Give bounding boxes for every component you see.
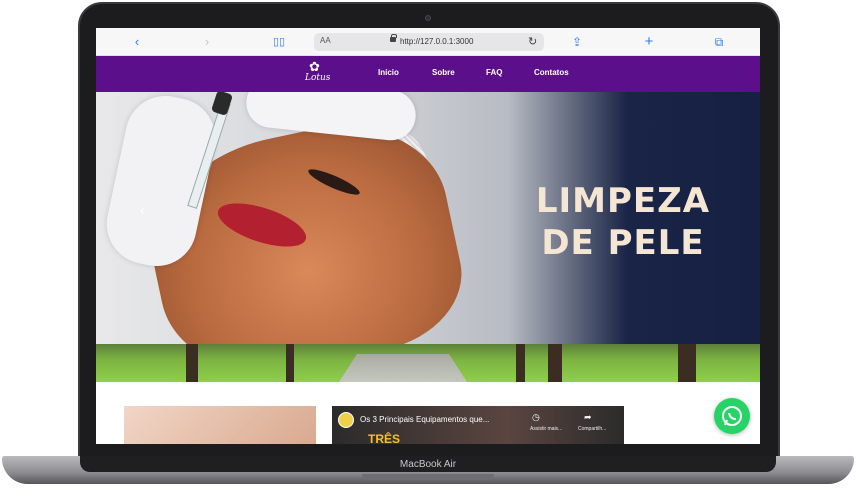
share-arrow-icon[interactable]: ➦ bbox=[584, 412, 592, 423]
lotus-icon: ✿ bbox=[309, 59, 320, 74]
hero-carousel: ‹ LIMPEZA DE PELE bbox=[96, 92, 760, 344]
tree-trunk bbox=[186, 344, 198, 382]
video-overlay-text: TRÊS bbox=[368, 432, 401, 444]
nav-sobre[interactable]: Sobre bbox=[432, 68, 455, 77]
whatsapp-icon bbox=[722, 406, 742, 426]
content-section: Os 3 Principais Equipamentos que... ◷ ➦ … bbox=[96, 382, 760, 444]
park-path bbox=[334, 354, 472, 382]
logo-text: Lotus bbox=[305, 73, 331, 83]
nav-contatos[interactable]: Contatos bbox=[534, 68, 569, 77]
hero-headline-line1: LIMPEZA bbox=[535, 181, 711, 221]
tree-trunk bbox=[678, 344, 696, 382]
tree-trunk bbox=[548, 344, 562, 382]
browser-toolbar: ‹ › ▯▯ AA http://127.0.0.1:3000 ↻ ⇪ + ⧉ bbox=[96, 28, 760, 56]
video-title[interactable]: Os 3 Principais Equipamentos que... bbox=[360, 415, 489, 424]
site-logo[interactable]: ✿ Lotus bbox=[304, 60, 330, 88]
watch-later-label: Assistir mais... bbox=[530, 426, 563, 432]
lock-icon bbox=[390, 34, 397, 42]
watch-later-icon[interactable]: ◷ bbox=[532, 412, 540, 423]
back-icon[interactable]: ‹ bbox=[128, 34, 146, 50]
carousel-prev-icon[interactable]: ‹ bbox=[140, 202, 145, 218]
forward-icon[interactable]: › bbox=[198, 34, 216, 50]
share-icon[interactable]: ⇪ bbox=[568, 34, 586, 50]
text-size-button[interactable]: AA bbox=[320, 36, 331, 45]
hero-headline-line2: DE PELE bbox=[541, 223, 705, 263]
tree-trunk bbox=[516, 344, 525, 382]
url-text[interactable]: http://127.0.0.1:3000 bbox=[400, 37, 473, 46]
screen: ‹ › ▯▯ AA http://127.0.0.1:3000 ↻ ⇪ + ⧉ … bbox=[96, 28, 760, 444]
laptop-mockup: MacBook Air ‹ › ▯▯ AA http://127.0.0.1:3… bbox=[0, 0, 856, 492]
site-navbar: ✿ Lotus Início Sobre FAQ Contatos bbox=[96, 56, 760, 92]
new-tab-icon[interactable]: + bbox=[640, 34, 658, 50]
bookmarks-icon[interactable]: ▯▯ bbox=[270, 34, 288, 50]
reload-icon[interactable]: ↻ bbox=[528, 35, 537, 48]
channel-avatar[interactable] bbox=[338, 412, 354, 428]
whatsapp-button[interactable] bbox=[714, 398, 750, 434]
nav-faq[interactable]: FAQ bbox=[486, 68, 502, 77]
youtube-video[interactable]: Os 3 Principais Equipamentos que... ◷ ➦ … bbox=[332, 406, 624, 444]
skin-image bbox=[124, 406, 316, 444]
tabs-icon[interactable]: ⧉ bbox=[710, 34, 728, 50]
address-bar[interactable]: AA http://127.0.0.1:3000 ↻ bbox=[314, 33, 544, 51]
park-banner bbox=[96, 344, 760, 382]
nav-inicio[interactable]: Início bbox=[378, 68, 399, 77]
device-brand-label: MacBook Air bbox=[399, 459, 457, 470]
tree-trunk bbox=[286, 344, 294, 382]
share-label: Compartilh... bbox=[578, 426, 607, 432]
hero-headline: LIMPEZA DE PELE bbox=[518, 180, 728, 264]
camera bbox=[425, 15, 431, 21]
laptop-notch bbox=[362, 474, 494, 480]
